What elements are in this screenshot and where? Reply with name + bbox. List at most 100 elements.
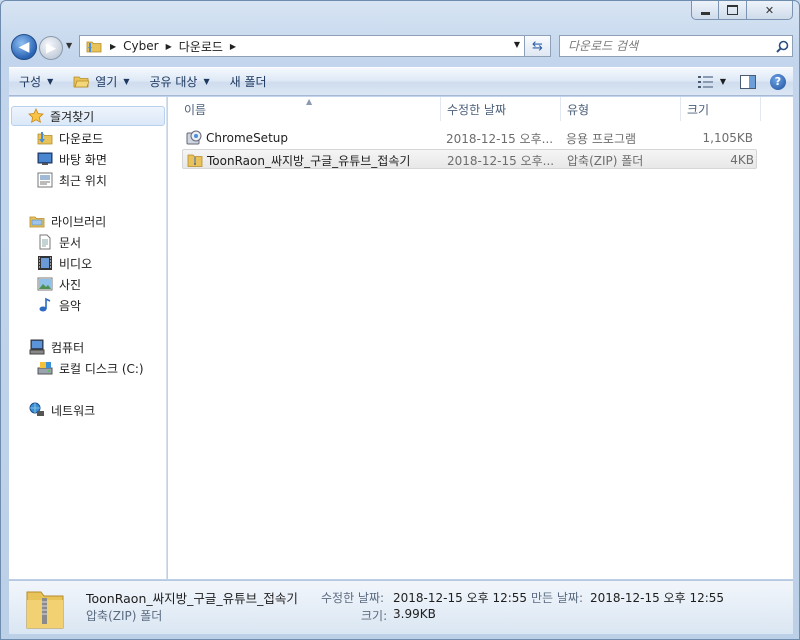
column-header-label: 크기 [687,102,710,117]
music-note-icon [37,297,53,313]
organize-label: 구성 [19,75,42,89]
recent-pages-button[interactable]: ▼ [66,41,72,50]
column-header-label: 유형 [567,102,590,117]
hard-drive-icon [37,360,53,376]
details-modified-label: 수정한 날짜: [321,591,385,605]
breadcrumb-separator-icon[interactable]: ▶ [162,42,176,51]
star-icon [28,108,44,124]
back-button[interactable]: ◀ [11,34,37,60]
folder-icon [86,41,102,53]
forward-button[interactable]: ▶ [39,36,63,60]
explorer-window: ✕ ◀ ▶ ▼ ▶ Cyber ▶ 다운로드 ▶ ▼ ⇆ 다운로드 검색 구성 … [0,0,800,640]
share-label: 공유 대상 [149,75,198,89]
nav-item-label: 다운로드 [59,131,104,146]
file-row-toonraon[interactable]: ToonRaon_싸지방_구글_유튜브_접속기 2018-12-15 오후...… [182,149,757,169]
details-file-name: ToonRaon_싸지방_구글_유튜브_접속기 [86,591,298,606]
nav-favorites[interactable]: 즐겨찾기 [11,106,165,126]
desktop-icon [37,151,53,167]
nav-item-videos[interactable]: 비디오 [37,253,92,273]
details-pane: ToonRaon_싸지방_구글_유튜브_접속기 압축(ZIP) 폴더 수정한 날… [9,580,793,634]
film-icon [37,255,53,271]
organize-button[interactable]: 구성 ▼ [9,70,63,94]
view-options-button[interactable]: ▼ [697,70,727,94]
downloads-folder-icon [37,130,53,146]
installer-icon [186,130,202,146]
nav-favorites-label: 즐겨찾기 [50,109,95,124]
nav-network-label: 네트워크 [51,403,96,418]
help-icon: ? [770,73,786,90]
nav-item-label: 최근 위치 [59,173,107,188]
maximize-button[interactable] [719,1,747,20]
nav-item-local-disk[interactable]: 로컬 디스크 (C:) [37,358,144,378]
navigation-bar: ◀ ▶ ▼ ▶ Cyber ▶ 다운로드 ▶ ▼ ⇆ [9,32,793,62]
file-size: 1,105KB [702,131,753,145]
nav-item-label: 음악 [59,298,82,313]
file-type: 응용 프로그램 [566,131,637,146]
chevron-down-icon: ▼ [47,77,54,86]
file-row-chromesetup[interactable]: ChromeSetup 2018-12-15 오후... 응용 프로그램 1,1… [182,128,757,148]
breadcrumb-downloads[interactable]: 다운로드 [176,38,226,55]
file-date: 2018-12-15 오후... [447,153,555,168]
nav-computer[interactable]: 컴퓨터 [29,337,84,357]
nav-item-music[interactable]: 음악 [37,295,81,315]
preview-pane-button[interactable] [733,70,763,94]
close-button[interactable]: ✕ [747,1,793,20]
file-type: 압축(ZIP) 폴더 [567,153,644,168]
details-file-type: 압축(ZIP) 폴더 [86,609,163,623]
refresh-icon: ⇆ [532,38,543,54]
nav-libraries[interactable]: 라이브러리 [29,211,106,231]
breadcrumb-separator-icon[interactable]: ▶ [106,42,120,51]
recent-places-icon [37,172,53,188]
file-date: 2018-12-15 오후... [446,131,554,146]
column-header-date[interactable]: 수정한 날짜 [441,97,561,121]
nav-item-recent-places[interactable]: 최근 위치 [37,170,107,190]
preview-pane-icon [740,74,756,89]
details-size-value: 3.99KB [393,607,436,621]
open-label: 열기 [95,75,118,89]
breadcrumb-cyber[interactable]: Cyber [120,39,161,53]
minimize-button[interactable] [691,1,719,20]
search-icon[interactable] [772,40,792,53]
file-name: ChromeSetup [206,131,288,145]
nav-computer-label: 컴퓨터 [51,340,85,355]
new-folder-button[interactable]: 새 폴더 [220,70,277,94]
computer-icon [29,339,45,355]
breadcrumb-separator-icon[interactable]: ▶ [226,42,240,51]
column-header-label: 수정한 날짜 [447,102,507,117]
picture-icon [37,276,53,292]
address-dropdown-icon[interactable]: ▼ [514,40,520,49]
nav-item-label: 비디오 [59,256,93,271]
nav-item-pictures[interactable]: 사진 [37,274,81,294]
back-arrow-icon: ◀ [18,39,30,55]
nav-item-label: 문서 [59,235,82,250]
zip-folder-large-icon [26,591,64,629]
nav-item-downloads[interactable]: 다운로드 [37,128,103,148]
refresh-button[interactable]: ⇆ [525,35,551,57]
column-header-label: 이름 [184,102,207,117]
open-button[interactable]: 열기 ▼ [63,70,139,94]
command-bar: 구성 ▼ 열기 ▼ 공유 대상 ▼ 새 폴더 ▼ ? [9,67,793,96]
file-name-cell: ToonRaon_싸지방_구글_유튜브_접속기 [187,150,442,170]
nav-item-desktop[interactable]: 바탕 화면 [37,149,107,169]
chevron-down-icon: ▼ [123,77,130,86]
help-button[interactable]: ? [763,70,793,94]
column-header-size[interactable]: 크기 [681,97,761,121]
nav-network[interactable]: 네트워크 [29,400,95,420]
nav-item-label: 사진 [59,277,82,292]
nav-item-label: 바탕 화면 [59,152,107,167]
nav-libraries-label: 라이브러리 [51,214,107,229]
address-bar[interactable]: ▶ Cyber ▶ 다운로드 ▶ ▼ [79,35,525,57]
share-button[interactable]: 공유 대상 ▼ [140,70,220,94]
column-header-type[interactable]: 유형 [561,97,681,121]
details-created-label: 만든 날짜: [531,591,584,605]
open-folder-icon [73,76,90,88]
file-name-cell: ChromeSetup [186,128,436,148]
details-size-label: 크기: [361,609,388,623]
search-box [559,35,793,57]
chevron-down-icon: ▼ [719,77,727,86]
new-folder-label: 새 폴더 [229,75,267,89]
network-icon [29,402,45,418]
nav-item-documents[interactable]: 문서 [37,232,81,252]
search-input[interactable] [560,37,772,55]
file-name: ToonRaon_싸지방_구글_유튜브_접속기 [207,153,411,168]
